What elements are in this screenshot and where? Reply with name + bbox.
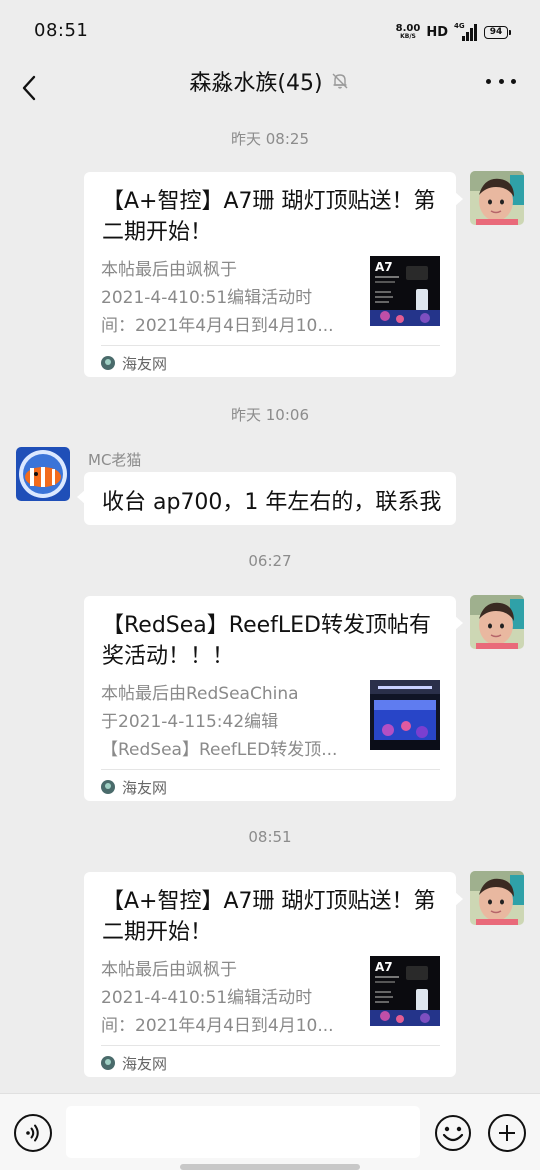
card-description: 本帖最后由RedSeaChina 于2021-4-115:42编辑 【RedSe… [101, 680, 351, 764]
net-speed: 8.00 KB/S [396, 24, 421, 40]
card-title: 【A+智控】A7珊 瑚灯顶贴送！第 二期开始！ [102, 886, 442, 948]
source-app-icon [101, 356, 115, 370]
hd-badge: HD [426, 24, 448, 40]
signal-icon: 4G [454, 22, 478, 41]
card-title-line: 【A+智控】A7珊 瑚灯顶贴送！第 [102, 889, 436, 914]
card-title-line: 二期开始！ [102, 220, 213, 245]
link-card[interactable]: 【A+智控】A7珊 瑚灯顶贴送！第 二期开始！ 本帖最后由飒枫于 2021-4-… [84, 872, 463, 1077]
chat-title: 森淼水族(45) [189, 71, 323, 96]
source-label: 海友网 [122, 778, 168, 797]
card-desc-line: 本帖最后由RedSeaChina [101, 684, 299, 704]
source-app-icon [101, 1056, 115, 1070]
plus-icon[interactable] [488, 1114, 526, 1152]
card-thumbnail: A7 [370, 956, 440, 1026]
card-title: 【A+智控】A7珊 瑚灯顶贴送！第 二期开始！ [102, 186, 442, 248]
network-type: 4G [454, 22, 465, 30]
card-thumbnail: A7 [370, 256, 440, 326]
battery-level: 94 [489, 27, 503, 37]
card-desc-line: 2021-4-410:51编辑活动时 [101, 288, 313, 308]
card-divider [101, 345, 440, 346]
avatar-self[interactable] [470, 595, 524, 649]
card-thumbnail [370, 680, 440, 750]
thumb-label: A7 [375, 960, 393, 974]
avatar-sender[interactable] [16, 447, 70, 501]
card-source: 海友网 [101, 776, 167, 798]
timestamp: 昨天 08:25 [231, 130, 309, 148]
avatar-self[interactable] [470, 871, 524, 925]
card-desc-line: 本帖最后由飒枫于 [101, 960, 237, 980]
card-title-line: 奖活动！！！ [102, 644, 235, 669]
source-app-icon [101, 780, 115, 794]
card-title-line: 【A+智控】A7珊 瑚灯顶贴送！第 [102, 189, 436, 214]
battery-icon: 94 [484, 25, 511, 39]
card-source: 海友网 [101, 352, 167, 374]
status-bar: 08:51 8.00 KB/S HD 4G 94 [0, 0, 540, 62]
status-indicators: 8.00 KB/S HD 4G 94 [396, 22, 511, 42]
message-input[interactable] [66, 1106, 420, 1158]
more-dots-icon [486, 78, 491, 84]
voice-button[interactable] [14, 1114, 52, 1152]
card-desc-line: 2021-4-410:51编辑活动时 [101, 988, 313, 1008]
net-speed-unit: KB/S [400, 33, 416, 40]
message-text: 收台 ap700，1 年左右的，联系我 [102, 490, 442, 515]
status-time: 08:51 [34, 20, 89, 41]
source-label: 海友网 [122, 1054, 168, 1073]
card-desc-line: 间：2021年4月4日到4月10... [101, 316, 334, 336]
card-divider [101, 1045, 440, 1046]
card-desc-line: 【RedSea】ReefLED转发顶... [101, 740, 338, 760]
card-desc-line: 间：2021年4月4日到4月10... [101, 1016, 334, 1036]
link-card[interactable]: 【RedSea】ReefLED转发顶帖有 奖活动！！！ 本帖最后由RedSeaC… [84, 596, 463, 801]
emoji-button[interactable] [434, 1114, 472, 1152]
timestamp: 08:51 [248, 828, 292, 846]
thumb-label: A7 [375, 260, 393, 274]
card-title-line: 二期开始！ [102, 920, 213, 945]
card-description: 本帖最后由飒枫于 2021-4-410:51编辑活动时 间：2021年4月4日到… [101, 956, 351, 1040]
more-button[interactable] [486, 68, 516, 94]
home-indicator [180, 1164, 360, 1170]
voice-icon [26, 1124, 39, 1142]
text-message-bubble[interactable]: 收台 ap700，1 年左右的，联系我 [77, 472, 456, 525]
source-label: 海友网 [122, 354, 168, 373]
card-title-line: 【RedSea】ReefLED转发顶帖有 [102, 613, 431, 638]
card-description: 本帖最后由飒枫于 2021-4-410:51编辑活动时 间：2021年4月4日到… [101, 256, 351, 340]
card-title: 【RedSea】ReefLED转发顶帖有 奖活动！！！ [102, 610, 442, 672]
sender-name: MC老猫 [88, 451, 142, 469]
chat-header: 森淼水族(45) [0, 62, 540, 114]
link-card[interactable]: 【A+智控】A7珊 瑚灯顶贴送！第 二期开始！ 本帖最后由飒枫于 2021-4-… [84, 172, 463, 377]
bell-off-icon [331, 71, 351, 91]
emoji-icon [435, 1115, 471, 1151]
card-desc-line: 本帖最后由飒枫于 [101, 260, 237, 280]
timestamp: 昨天 10:06 [231, 406, 309, 424]
title-wrap: 森淼水族(45) [0, 62, 540, 100]
input-bar [0, 1093, 540, 1170]
card-divider [101, 769, 440, 770]
timestamp: 06:27 [248, 552, 292, 570]
avatar-self[interactable] [470, 171, 524, 225]
card-source: 海友网 [101, 1052, 167, 1074]
card-desc-line: 于2021-4-115:42编辑 [101, 712, 279, 732]
